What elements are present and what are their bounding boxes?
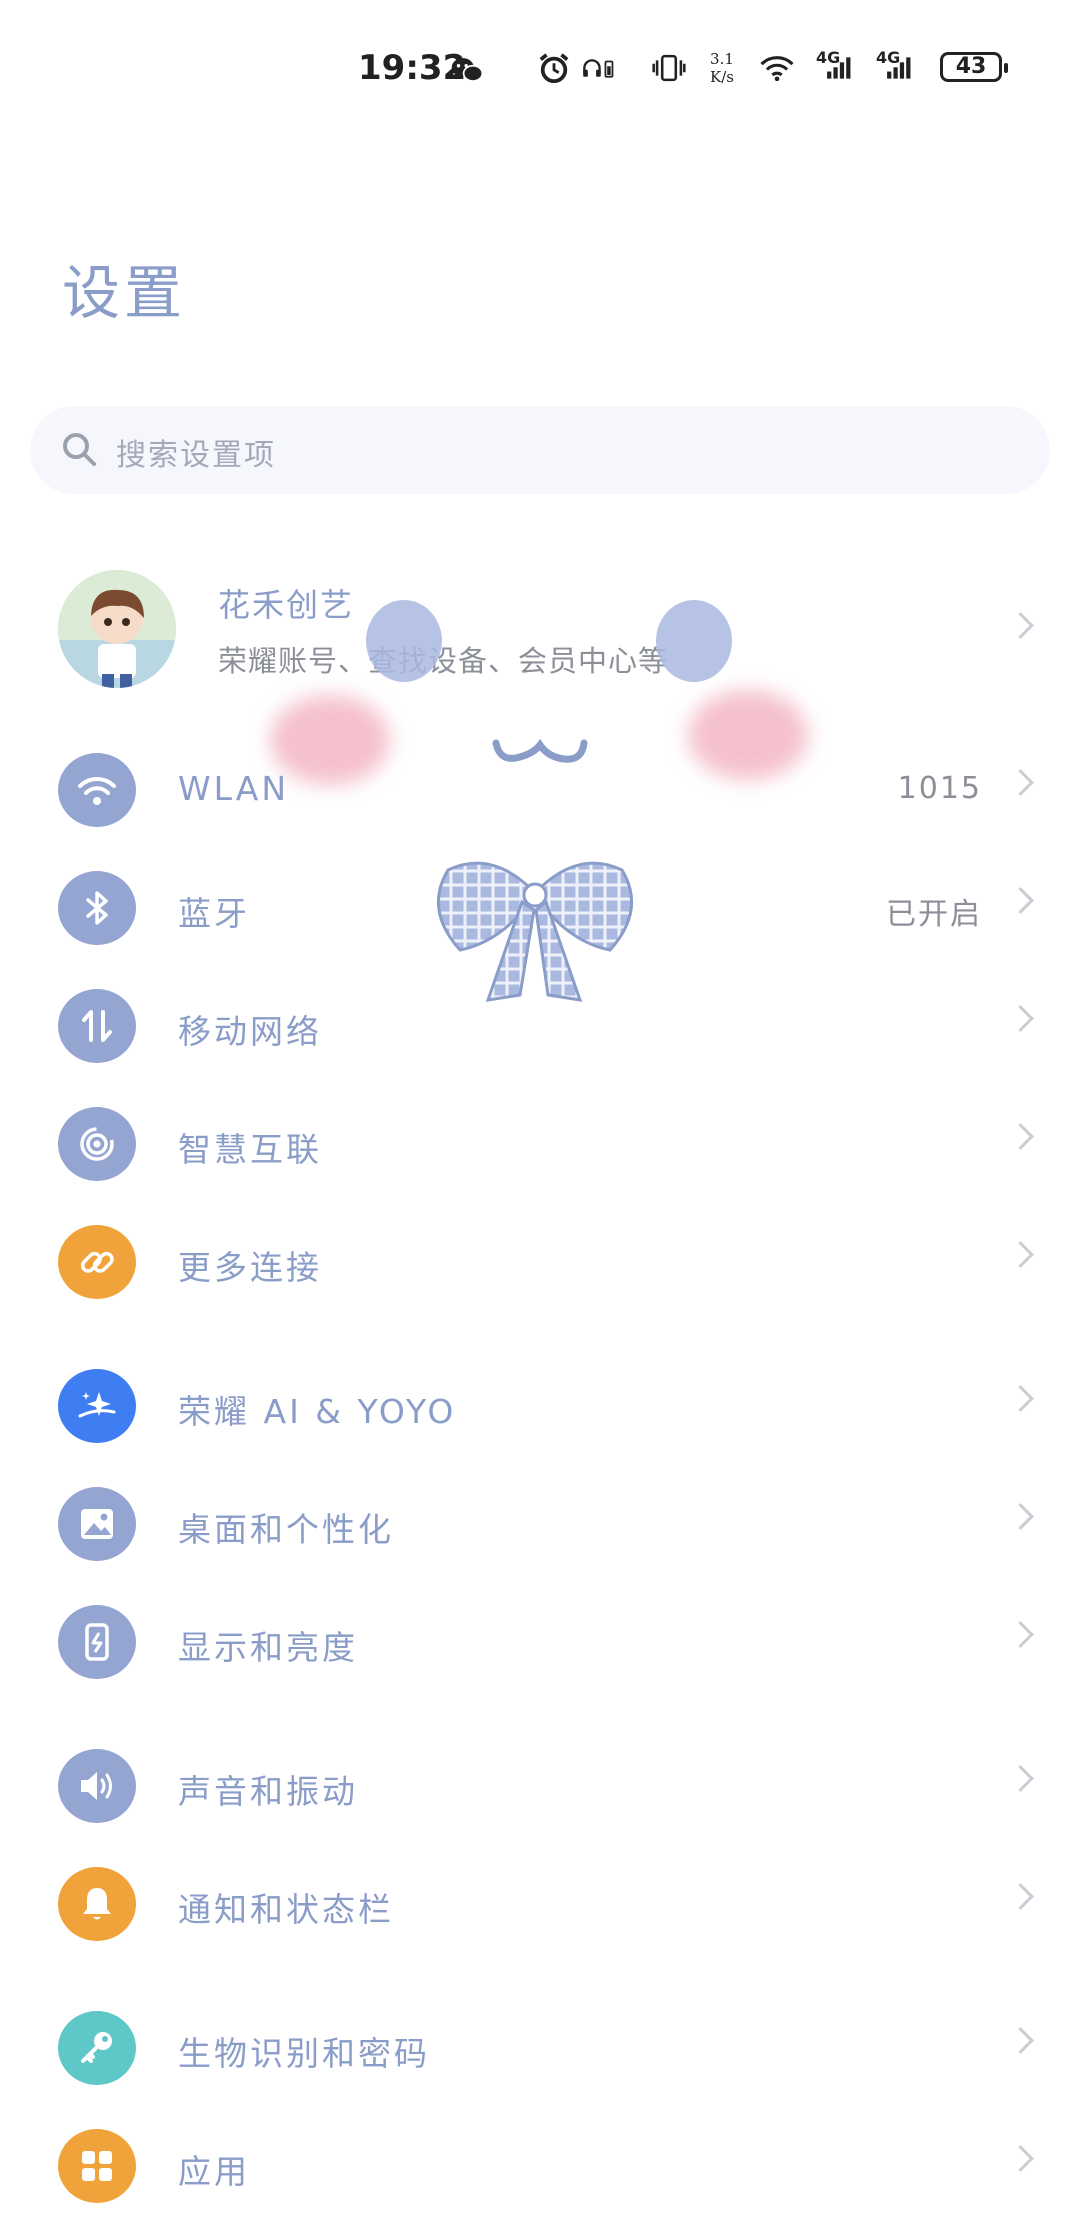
chevron-right-icon <box>1007 1241 1034 1268</box>
chevron-right-icon <box>1007 1123 1034 1150</box>
link-icon <box>58 1225 136 1299</box>
chevron-right-icon <box>1007 2027 1034 2054</box>
settings-item-notifications[interactable]: 通知和状态栏 <box>0 1849 1080 1959</box>
network-speed: 3.1 K/s <box>710 50 734 86</box>
search-icon <box>63 433 96 466</box>
settings-item-bluetooth[interactable]: 蓝牙 已开启 <box>0 853 1080 963</box>
ai-sparkle-icon <box>58 1369 136 1443</box>
settings-item-sound-vibration[interactable]: 声音和振动 <box>0 1731 1080 1841</box>
speed-unit: K/s <box>710 68 734 86</box>
settings-item-label: 智慧互联 <box>178 1130 322 1169</box>
settings-item-apps[interactable]: 应用 <box>0 2111 1080 2221</box>
status-bar: 19:32 3.1 K/s 4G 4G 43 <box>0 0 1080 130</box>
avatar <box>58 570 176 688</box>
chevron-right-icon <box>1007 2145 1034 2172</box>
settings-item-biometrics-password[interactable]: 生物识别和密码 <box>0 1993 1080 2103</box>
settings-item-honor-ai-yoyo[interactable]: 荣耀 AI & YOYO <box>0 1351 1080 1461</box>
settings-item-value: 1015 <box>897 771 982 806</box>
settings-item-more-connections[interactable]: 更多连接 <box>0 1207 1080 1317</box>
chevron-right-icon <box>1007 769 1034 796</box>
settings-item-label: 应用 <box>178 2152 250 2191</box>
settings-item-label: 移动网络 <box>178 1012 322 1051</box>
search-placeholder: 搜索设置项 <box>116 438 276 473</box>
settings-item-label: 声音和振动 <box>178 1772 358 1811</box>
signal-icon-1 <box>827 57 851 79</box>
settings-item-label: 生物识别和密码 <box>178 2034 430 2073</box>
settings-item-mobile-network[interactable]: 移动网络 <box>0 971 1080 1081</box>
chevron-right-icon <box>1007 1385 1034 1412</box>
settings-item-label: 更多连接 <box>178 1248 322 1287</box>
chevron-right-icon <box>1007 1503 1034 1530</box>
account-subtitle: 荣耀账号、查找设备、会员中心等 <box>218 644 669 678</box>
alarm-icon <box>539 53 569 84</box>
settings-item-label: 通知和状态栏 <box>178 1890 394 1929</box>
speaker-icon <box>58 1749 136 1823</box>
bluetooth-icon <box>58 871 136 945</box>
page-title: 设置 <box>62 259 187 327</box>
wifi-icon <box>58 753 136 827</box>
bell-icon <box>58 1867 136 1941</box>
signal-icon-2 <box>887 57 911 79</box>
chevron-right-icon <box>1007 1765 1034 1792</box>
apps-icon <box>58 2129 136 2203</box>
settings-item-display-brightness[interactable]: 显示和亮度 <box>0 1587 1080 1697</box>
mobile-data-icon <box>58 989 136 1063</box>
settings-item-desktop-personalization[interactable]: 桌面和个性化 <box>0 1469 1080 1579</box>
settings-item-label: 蓝牙 <box>178 894 250 933</box>
account-name: 花禾创艺 <box>218 586 355 624</box>
settings-item-value: 已开启 <box>886 897 982 932</box>
settings-item-label: 荣耀 AI & YOYO <box>178 1392 457 1431</box>
chevron-right-icon <box>1007 1621 1034 1648</box>
key-icon <box>58 2011 136 2085</box>
settings-item-smart-connect[interactable]: 智慧互联 <box>0 1089 1080 1199</box>
settings-item-wlan[interactable]: WLAN 1015 <box>0 735 1080 845</box>
chevron-right-icon <box>1007 1005 1034 1032</box>
search-bar[interactable]: 搜索设置项 <box>30 406 1050 494</box>
settings-item-label: 显示和亮度 <box>178 1628 358 1667</box>
headphones-icon <box>583 59 614 78</box>
smart-connect-icon <box>58 1107 136 1181</box>
settings-item-label: 桌面和个性化 <box>178 1510 394 1549</box>
chevron-right-icon <box>1007 1883 1034 1910</box>
wechat-icon <box>451 58 484 82</box>
chevron-right-icon <box>1007 887 1034 914</box>
settings-item-label: WLAN <box>178 769 290 808</box>
image-icon <box>58 1487 136 1561</box>
speed-value: 3.1 <box>710 50 734 68</box>
battery-icon: 43 <box>940 52 1008 82</box>
display-icon <box>58 1605 136 1679</box>
account-row[interactable]: 花禾创艺 荣耀账号、查找设备、会员中心等 <box>0 560 1080 690</box>
vibrate-icon <box>652 54 686 82</box>
wifi-status-icon <box>760 56 794 82</box>
chevron-right-icon <box>1007 612 1034 639</box>
